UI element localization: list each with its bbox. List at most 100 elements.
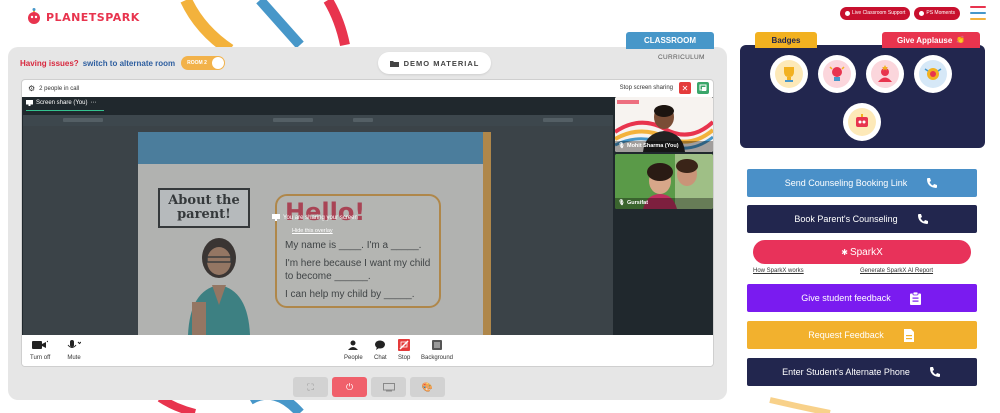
- sharing-overlay: [23, 115, 613, 335]
- phone-icon: [916, 213, 930, 225]
- participant-name-teacher: 🎙 Mohit Sharma (You): [618, 143, 679, 149]
- mute-label: Mute: [67, 355, 81, 361]
- tab-badges[interactable]: Badges: [755, 32, 817, 48]
- star-icon: [871, 60, 899, 88]
- close-icon[interactable]: ✕: [679, 82, 691, 94]
- issues-prefix: Having issues?: [20, 58, 79, 68]
- give-applause-label: Give Applause: [897, 35, 953, 45]
- mic-small-icon: 🎙: [618, 200, 625, 206]
- badge-thinker[interactable]: [914, 55, 952, 93]
- give-applause-button[interactable]: Give Applause 👏: [882, 32, 980, 48]
- screen-button[interactable]: [371, 377, 406, 397]
- ps-moments-label: PS Moments: [926, 10, 955, 16]
- end-class-button[interactable]: ⏻: [332, 377, 367, 397]
- gear-icon[interactable]: ⚙: [28, 84, 35, 93]
- mic-small-icon: 🎙: [618, 143, 625, 149]
- hide-overlay-link[interactable]: Hide this overlay: [292, 228, 333, 234]
- how-sparkx-works-link[interactable]: How SparkX works: [753, 268, 804, 274]
- trophy-icon: [775, 60, 803, 88]
- folder-icon: [389, 60, 399, 67]
- chat-button[interactable]: Chat: [374, 339, 387, 361]
- turn-off-label: Turn off: [30, 355, 51, 361]
- palette-icon: 🎨: [421, 381, 434, 392]
- send-counseling-link-button[interactable]: Send Counseling Booking Link: [747, 169, 977, 197]
- participant-name-text-1: Gursifat: [626, 200, 649, 206]
- phone-icon: [928, 366, 942, 378]
- fullscreen-icon: ⛶: [307, 381, 314, 392]
- logo-mark-icon: [26, 8, 42, 26]
- mic-icon: [67, 339, 81, 351]
- turn-off-camera-button[interactable]: Turn off: [30, 339, 50, 361]
- give-student-feedback-button[interactable]: Give student feedback: [747, 284, 977, 312]
- stop-share-button[interactable]: Stop: [398, 339, 410, 361]
- alternate-room-link[interactable]: switch to alternate room: [83, 59, 175, 68]
- sparkx-button[interactable]: ✱ SparkX: [753, 240, 971, 264]
- clipboard-icon: [909, 291, 923, 305]
- generate-sparkx-report-link[interactable]: Generate SparkX AI Report: [860, 268, 933, 274]
- call-controls: Turn off Mute People Chat Stop Backgroun…: [22, 335, 713, 366]
- background-button[interactable]: Background: [421, 339, 453, 361]
- robot-icon: [848, 108, 876, 136]
- thinker-icon: [919, 60, 947, 88]
- badge-trophy[interactable]: [770, 55, 808, 93]
- room-toggle[interactable]: ROOM 2: [181, 56, 226, 70]
- people-count: 2 people in call: [39, 85, 80, 92]
- people-label: People: [344, 355, 363, 361]
- brand-name: PLANETSPARK: [46, 10, 140, 24]
- chat-icon: [375, 339, 386, 351]
- sharing-message-text: You are sharing your screen: [283, 214, 358, 221]
- participant-tile-student[interactable]: 🎙 Gursifat: [615, 154, 713, 209]
- background-icon: [432, 339, 443, 351]
- participant-tiles: 🎙 Mohit Sharma (You) 🎙 Gursifat: [615, 97, 713, 335]
- request-feedback-label: Request Feedback: [808, 330, 884, 340]
- room-toggle-label: ROOM 2: [187, 60, 207, 66]
- screen-icon: [382, 382, 395, 391]
- menu-icon[interactable]: [970, 6, 986, 20]
- ps-moments-button[interactable]: PS Moments: [914, 6, 960, 20]
- call-header-actions: Stop screen sharing ✕: [620, 82, 709, 94]
- monitor-icon: [26, 99, 33, 106]
- badge-ideas[interactable]: [818, 55, 856, 93]
- alternate-phone-label: Enter Student's Alternate Phone: [782, 367, 910, 377]
- participant-name-student: 🎙 Gursifat: [618, 200, 648, 206]
- fullscreen-button[interactable]: ⛶: [293, 377, 328, 397]
- tab-curriculum[interactable]: CURRICULUM: [658, 54, 705, 61]
- stop-sharing-label: Stop screen sharing: [619, 85, 673, 91]
- participant-tile-teacher[interactable]: 🎙 Mohit Sharma (You): [615, 97, 713, 152]
- video-stage: Screen share (You) ⋯ About the parent! H…: [22, 97, 713, 335]
- people-button[interactable]: People: [344, 339, 363, 361]
- issues-bar: Having issues? switch to alternate room …: [20, 56, 226, 70]
- demo-material-label: DEMO MATERIAL: [403, 58, 480, 68]
- classroom-bottom-buttons: ⛶ ⏻ 🎨: [293, 377, 445, 397]
- sharing-message: You are sharing your screen: [272, 214, 358, 221]
- clap-icon: 👏: [956, 37, 965, 44]
- participant-name-text-0: Mohit Sharma (You): [626, 143, 679, 149]
- call-header: ⚙ 2 people in call Stop screen sharing ✕: [22, 80, 713, 97]
- live-support-icon: [845, 10, 851, 16]
- video-call-box: ⚙ 2 people in call Stop screen sharing ✕…: [21, 79, 714, 367]
- brand-logo[interactable]: PLANETSPARK: [26, 8, 140, 26]
- sparkx-label: SparkX: [849, 246, 883, 258]
- book-counseling-label: Book Parent's Counseling: [794, 214, 898, 224]
- classroom-panel: Having issues? switch to alternate room …: [8, 47, 727, 400]
- more-icon[interactable]: ⋯: [90, 99, 96, 106]
- request-feedback-button[interactable]: Request Feedback: [747, 321, 977, 349]
- demo-material-button[interactable]: DEMO MATERIAL: [378, 52, 491, 74]
- screen-share-tab[interactable]: Screen share (You) ⋯: [26, 99, 104, 111]
- ideas-icon: [823, 60, 851, 88]
- screen-share-icon[interactable]: [697, 82, 709, 94]
- badge-robot[interactable]: [843, 103, 881, 141]
- power-icon: ⏻: [345, 381, 354, 392]
- background-label: Background: [421, 355, 454, 361]
- badge-star[interactable]: [866, 55, 904, 93]
- mute-button[interactable]: Mute: [67, 339, 81, 361]
- live-support-button[interactable]: Live Classroom Support: [840, 6, 911, 20]
- alternate-phone-button[interactable]: Enter Student's Alternate Phone: [747, 358, 977, 386]
- ps-moments-icon: [919, 10, 925, 16]
- tab-classroom[interactable]: CLASSROOM: [626, 32, 714, 49]
- book-parent-counseling-button[interactable]: Book Parent's Counseling: [747, 205, 977, 233]
- screen-share-tab-label: Screen share (You): [36, 99, 88, 106]
- live-support-label: Live Classroom Support: [852, 10, 906, 16]
- palette-button[interactable]: 🎨: [410, 377, 445, 397]
- stop-share-icon: [398, 339, 411, 351]
